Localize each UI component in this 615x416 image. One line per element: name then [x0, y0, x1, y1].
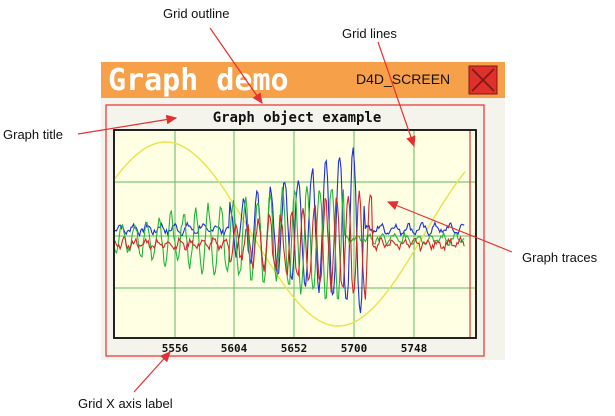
- callout-x-axis-label: Grid X axis label: [78, 396, 173, 411]
- callout-graph-title: Graph title: [3, 127, 63, 142]
- screen-name-label: D4D_SCREEN: [356, 71, 450, 87]
- x-axis-tick-label: 5748: [401, 342, 428, 355]
- close-button[interactable]: [468, 65, 498, 95]
- x-axis-tick-label: 5700: [341, 342, 368, 355]
- x-axis-tick-label: 5556: [162, 342, 189, 355]
- graph-title: Graph object example: [213, 110, 382, 126]
- callout-graph-traces: Graph traces: [522, 250, 598, 265]
- diagram-canvas: Graph demo D4D_SCREEN Graph object examp…: [77, 27, 513, 393]
- callout-grid-lines: Grid lines: [342, 26, 397, 41]
- x-axis-tick-label: 5604: [221, 342, 248, 355]
- callout-grid-outline: Grid outline: [163, 6, 230, 21]
- x-axis-tick-label: 5652: [281, 342, 308, 355]
- banner-title: Graph demo: [108, 63, 289, 98]
